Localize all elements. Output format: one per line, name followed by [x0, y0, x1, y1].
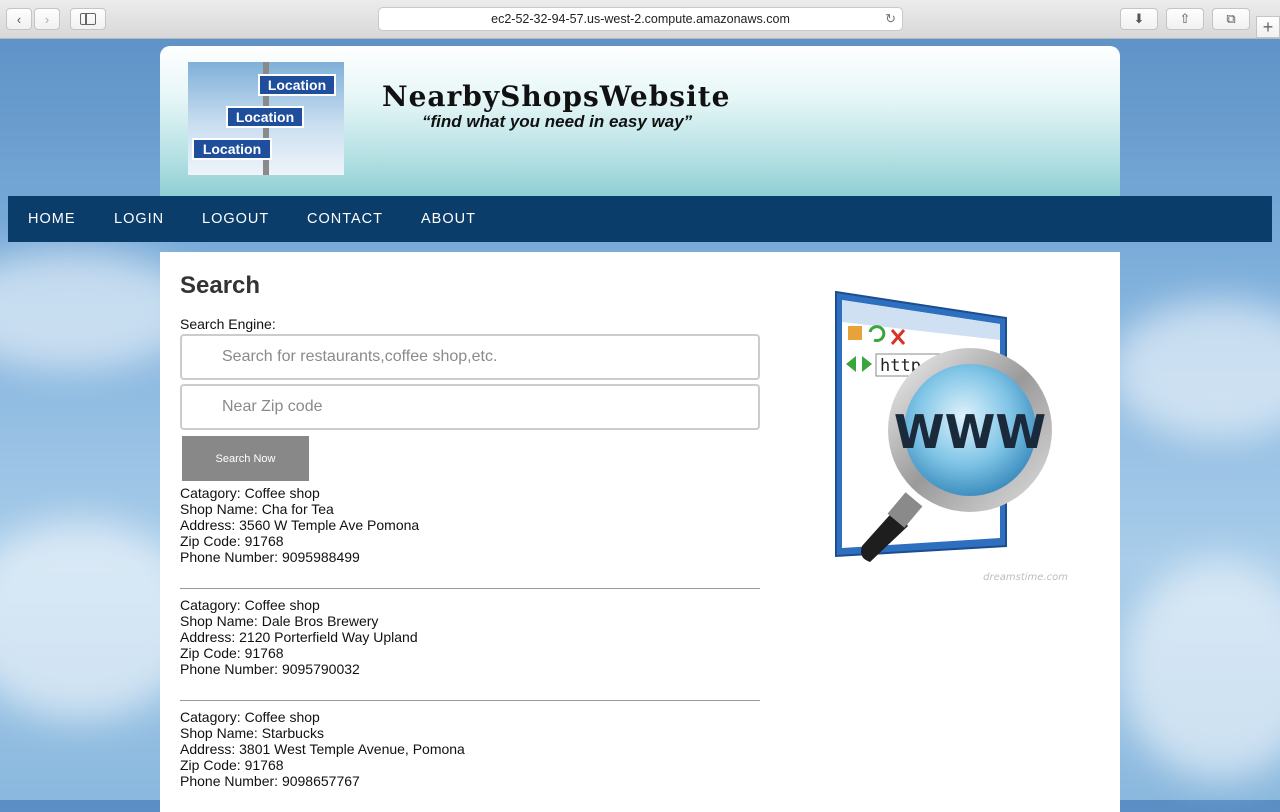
tabs-icon: ⧉	[1226, 11, 1236, 26]
home-icon	[848, 326, 862, 340]
result-shop-name: Shop Name: Cha for Tea	[180, 501, 334, 517]
browser-toolbar: ‹ › ec2-52-32-94-57.us-west-2.compute.am…	[0, 0, 1280, 39]
watermark-text: dreamstime.com	[983, 572, 1068, 583]
result-shop-name: Shop Name: Starbucks	[180, 725, 324, 741]
new-tab-button[interactable]: +	[1256, 16, 1280, 38]
lens-www-text: WWW	[894, 405, 1046, 459]
nav-about[interactable]: ABOUT	[421, 196, 476, 242]
location-sign: Location	[226, 106, 304, 128]
result-divider	[180, 588, 760, 589]
nav-contact[interactable]: CONTACT	[307, 196, 383, 242]
result-zip: Zip Code: 91768	[180, 645, 284, 661]
cloud	[1120, 560, 1280, 780]
sidebar-toggle-button[interactable]	[70, 8, 106, 30]
location-sign: Location	[192, 138, 272, 160]
nav-login[interactable]: LOGIN	[114, 196, 164, 242]
nav-home[interactable]: HOME	[28, 196, 76, 242]
share-icon: ⇧	[1179, 11, 1191, 26]
search-engine-label: Search Engine:	[180, 316, 276, 332]
search-query-input[interactable]: Search for restaurants,coffee shop,etc.	[180, 334, 760, 380]
result-category: Catagory: Coffee shop	[180, 709, 320, 725]
back-button[interactable]: ‹	[6, 8, 32, 30]
address-bar[interactable]: ec2-52-32-94-57.us-west-2.compute.amazon…	[378, 7, 903, 31]
downloads-button[interactable]: ⬇	[1120, 8, 1158, 30]
forward-button[interactable]: ›	[34, 8, 60, 30]
main-nav: HOME LOGIN LOGOUT CONTACT ABOUT	[8, 196, 1272, 242]
forward-icon: ›	[44, 11, 50, 27]
sidebar-icon	[80, 13, 96, 25]
result-item: Catagory: Coffee shop Shop Name: Dale Br…	[180, 597, 760, 677]
reload-icon[interactable]: ↻	[885, 11, 896, 27]
share-button[interactable]: ⇧	[1166, 8, 1204, 30]
result-zip: Zip Code: 91768	[180, 757, 284, 773]
tabs-overview-button[interactable]: ⧉	[1212, 8, 1250, 30]
result-address: Address: 3560 W Temple Ave Pomona	[180, 517, 420, 533]
result-shop-name: Shop Name: Dale Bros Brewery	[180, 613, 379, 629]
nav-logout[interactable]: LOGOUT	[202, 196, 269, 242]
search-heading: Search	[180, 272, 261, 299]
back-icon: ‹	[16, 11, 22, 27]
site-header: Location Location Location NearbyShopsWe…	[160, 46, 1120, 196]
cloud	[1110, 300, 1280, 440]
result-phone: Phone Number: 9095790032	[180, 661, 360, 677]
result-address: Address: 3801 West Temple Avenue, Pomona	[180, 741, 465, 757]
www-magnifier-illustration: http:// WWW dreamstime.com	[835, 290, 1068, 583]
result-divider	[180, 700, 760, 701]
location-signs-logo: Location Location Location	[188, 62, 344, 175]
result-item: Catagory: Coffee shop Shop Name: Starbuc…	[180, 709, 760, 789]
location-sign: Location	[258, 74, 336, 96]
search-now-button[interactable]: Search Now	[182, 436, 309, 481]
main-content: Search Search Engine: Search for restaur…	[160, 252, 1120, 812]
download-icon: ⬇	[1133, 11, 1145, 26]
result-phone: Phone Number: 9098657767	[180, 773, 360, 789]
site-tagline: “find what you need in easy way”	[422, 112, 693, 131]
result-zip: Zip Code: 91768	[180, 533, 284, 549]
results-list: Catagory: Coffee shop Shop Name: Cha for…	[180, 485, 760, 789]
result-category: Catagory: Coffee shop	[180, 485, 320, 501]
site-title: NearbyShopsWebsite	[382, 80, 731, 113]
zip-code-input[interactable]: Near Zip code	[180, 384, 760, 430]
result-item: Catagory: Coffee shop Shop Name: Cha for…	[180, 485, 760, 565]
url-text: ec2-52-32-94-57.us-west-2.compute.amazon…	[491, 12, 790, 26]
plus-icon: +	[1262, 16, 1274, 37]
result-category: Catagory: Coffee shop	[180, 597, 320, 613]
result-address: Address: 2120 Porterfield Way Upland	[180, 629, 418, 645]
result-phone: Phone Number: 9095988499	[180, 549, 360, 565]
